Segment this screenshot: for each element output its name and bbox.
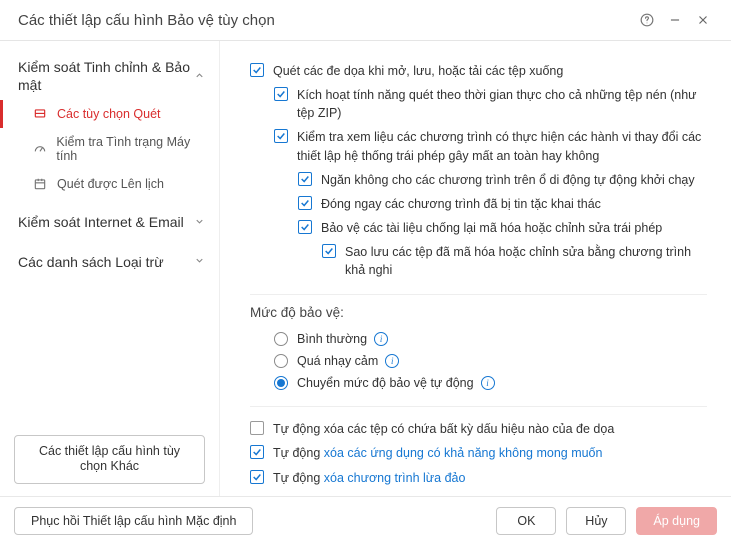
close-icon[interactable] bbox=[689, 10, 717, 30]
footer: Phục hồi Thiết lập cấu hình Mặc định OK … bbox=[0, 496, 731, 545]
checkbox-label: Đóng ngay các chương trình đã bị tin tặc… bbox=[321, 195, 707, 213]
gauge-icon bbox=[31, 142, 48, 156]
radio-label: Chuyển mức độ bảo vệ tự động bbox=[297, 376, 474, 390]
info-icon[interactable]: i bbox=[481, 376, 495, 390]
sidebar-group-label: Kiểm soát Tinh chỉnh & Bảo mật bbox=[18, 59, 194, 94]
radio-hypersensitive[interactable]: Quá nhạy cảm i bbox=[250, 350, 707, 372]
checkbox-auto-delete-fraud[interactable]: Tự động xóa chương trình lừa đảo bbox=[250, 466, 707, 490]
radio-normal[interactable]: Bình thường i bbox=[250, 328, 707, 350]
chevron-down-icon bbox=[194, 255, 205, 269]
checkbox-block-autorun[interactable]: Ngăn không cho các chương trình trên ổ d… bbox=[250, 168, 707, 192]
checkbox-doc-protect[interactable]: Bảo vệ các tài liệu chống lại mã hóa hoặ… bbox=[250, 216, 707, 240]
minimize-icon[interactable] bbox=[661, 10, 689, 30]
sidebar-group-label: Các danh sách Loại trừ bbox=[18, 254, 194, 272]
fraud-link[interactable]: xóa chương trình lừa đảo bbox=[324, 471, 466, 485]
checkbox-label: Tự động xóa chương trình lừa đảo bbox=[273, 469, 707, 487]
checkbox-auto-delete-threats[interactable]: Tự động xóa các tệp có chứa bất kỳ dấu h… bbox=[250, 417, 707, 441]
scan-icon bbox=[31, 107, 49, 121]
checkbox-label: Kích hoạt tính năng quét theo thời gian … bbox=[297, 86, 707, 122]
radio-label: Bình thường bbox=[297, 332, 367, 346]
info-icon[interactable]: i bbox=[385, 354, 399, 368]
titlebar: Các thiết lập cấu hình Bảo vệ tùy chọn bbox=[0, 0, 731, 41]
sidebar-group-exclusions[interactable]: Các danh sách Loại trừ bbox=[0, 248, 219, 278]
chevron-up-icon bbox=[194, 70, 205, 84]
checkbox-behavior-monitor[interactable]: Kiểm tra xem liệu các chương trình có th… bbox=[250, 125, 707, 167]
checkbox-label: Sao lưu các tệp đã mã hóa hoặc chỉnh sửa… bbox=[345, 243, 707, 279]
radio-auto-level[interactable]: Chuyển mức độ bảo vệ tự động i bbox=[250, 372, 707, 394]
checkbox-label: Quét các đe dọa khi mở, lưu, hoặc tải cá… bbox=[273, 62, 707, 80]
apply-button[interactable]: Áp dụng bbox=[636, 507, 717, 535]
sidebar: Kiểm soát Tinh chỉnh & Bảo mật Các tùy c… bbox=[0, 41, 220, 496]
help-icon[interactable] bbox=[633, 10, 661, 30]
sidebar-item-scan-options[interactable]: Các tùy chọn Quét bbox=[0, 100, 219, 128]
pua-link[interactable]: xóa các ứng dụng có khả năng không mong … bbox=[324, 446, 603, 460]
sidebar-item-health-check[interactable]: Kiểm tra Tình trạng Máy tính bbox=[0, 128, 219, 170]
ok-button[interactable]: OK bbox=[496, 507, 556, 535]
checkbox-auto-delete-pua[interactable]: Tự động xóa các ứng dụng có khả năng khô… bbox=[250, 441, 707, 465]
checkbox-label: Kiểm tra xem liệu các chương trình có th… bbox=[297, 128, 707, 164]
checkbox-scan-on-open[interactable]: Quét các đe dọa khi mở, lưu, hoặc tải cá… bbox=[250, 59, 707, 83]
checkbox-terminate-exploited[interactable]: Đóng ngay các chương trình đã bị tin tặc… bbox=[250, 192, 707, 216]
chevron-down-icon bbox=[194, 216, 205, 230]
sidebar-group-internet[interactable]: Kiểm soát Internet & Email bbox=[0, 208, 219, 238]
sidebar-group-label: Kiểm soát Internet & Email bbox=[18, 214, 194, 232]
info-icon[interactable]: i bbox=[374, 332, 388, 346]
sidebar-item-scheduled-scans[interactable]: Quét được Lên lịch bbox=[0, 170, 219, 198]
checkbox-label: Tự động xóa các ứng dụng có khả năng khô… bbox=[273, 444, 707, 462]
radio-label: Quá nhạy cảm bbox=[297, 354, 378, 368]
protection-level-heading: Mức độ bảo vệ: bbox=[250, 305, 707, 320]
sidebar-group-tuning[interactable]: Kiểm soát Tinh chỉnh & Bảo mật bbox=[0, 53, 219, 100]
sidebar-item-label: Kiểm tra Tình trạng Máy tính bbox=[56, 135, 209, 163]
restore-defaults-button[interactable]: Phục hồi Thiết lập cấu hình Mặc định bbox=[14, 507, 253, 535]
divider bbox=[250, 406, 707, 407]
sidebar-item-label: Các tùy chọn Quét bbox=[57, 107, 161, 121]
checkbox-label: Tự động xóa các tệp có chứa bất kỳ dấu h… bbox=[273, 420, 707, 438]
content-pane: Quét các đe dọa khi mở, lưu, hoặc tải cá… bbox=[220, 41, 731, 496]
checkbox-label: Ngăn không cho các chương trình trên ổ d… bbox=[321, 171, 707, 189]
divider bbox=[250, 294, 707, 295]
checkbox-backup-encrypted[interactable]: Sao lưu các tệp đã mã hóa hoặc chỉnh sửa… bbox=[250, 240, 707, 282]
sidebar-item-label: Quét được Lên lịch bbox=[57, 177, 164, 191]
checkbox-label: Bảo vệ các tài liệu chống lại mã hóa hoặ… bbox=[321, 219, 707, 237]
other-settings-button[interactable]: Các thiết lập cấu hình tùy chọn Khác bbox=[14, 435, 205, 484]
cancel-button[interactable]: Hủy bbox=[566, 507, 626, 535]
window-title: Các thiết lập cấu hình Bảo vệ tùy chọn bbox=[18, 12, 633, 29]
calendar-icon bbox=[31, 177, 49, 191]
checkbox-realtime-zip[interactable]: Kích hoạt tính năng quét theo thời gian … bbox=[250, 83, 707, 125]
